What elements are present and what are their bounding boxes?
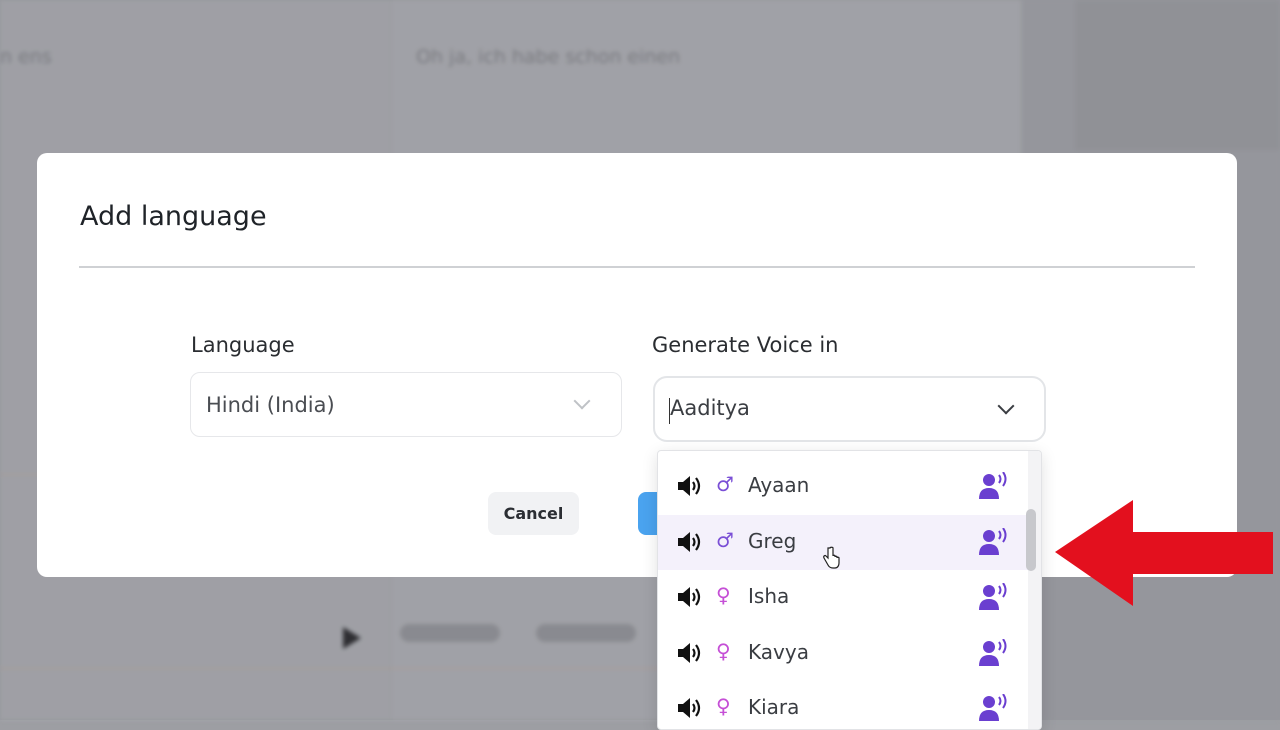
voice-dropdown: ♂ Ayaan ♂ Greg ♀ Isha ♀ Kavya ♀ Kiara [657,450,1042,730]
voice-option-label: Isha [748,584,790,608]
language-select[interactable]: Hindi (India) [190,372,622,437]
hand-cursor-icon [823,546,840,569]
voice-select-value: Aaditya [670,396,750,420]
modal-title: Add language [80,201,267,232]
speaker-icon[interactable] [676,585,702,609]
speaker-icon[interactable] [676,474,702,498]
chevron-down-icon [573,392,591,410]
voice-option-label: Kiara [748,695,800,719]
red-arrow-annotation [1055,500,1273,606]
voice-option-isha[interactable]: ♀ Isha [658,570,1028,625]
male-icon: ♂ [716,472,734,496]
voice-option-kiara[interactable]: ♀ Kiara [658,681,1028,729]
speaker-icon[interactable] [676,696,702,720]
voice-select[interactable]: Aaditya [653,376,1046,442]
voice-option-label: Greg [748,528,797,553]
ai-voice-icon [978,526,1008,556]
scrollbar-thumb[interactable] [1026,509,1036,571]
scrollbar-track[interactable] [1028,451,1041,729]
ai-voice-icon [978,582,1008,611]
voice-option-label: Ayaan [748,473,810,497]
language-select-value: Hindi (India) [206,393,335,417]
ai-voice-icon [978,471,1008,500]
modal-divider [79,266,1195,268]
cancel-button[interactable]: Cancel [488,492,579,535]
speaker-icon[interactable] [676,530,702,554]
chevron-down-icon[interactable] [997,397,1015,415]
voice-label: Generate Voice in [652,333,839,357]
ai-voice-icon [978,637,1008,667]
voice-option-greg[interactable]: ♂ Greg [658,514,1028,570]
female-icon: ♀ [716,638,731,663]
female-icon: ♀ [716,583,731,607]
female-icon: ♀ [716,694,731,718]
male-icon: ♂ [716,527,734,552]
voice-option-kavya[interactable]: ♀ Kavya [658,626,1028,681]
speaker-icon[interactable] [676,641,702,665]
voice-option-ayaan[interactable]: ♂ Ayaan [658,459,1028,514]
ai-voice-icon [978,693,1008,722]
language-label: Language [191,333,295,357]
voice-option-label: Kavya [748,639,809,664]
